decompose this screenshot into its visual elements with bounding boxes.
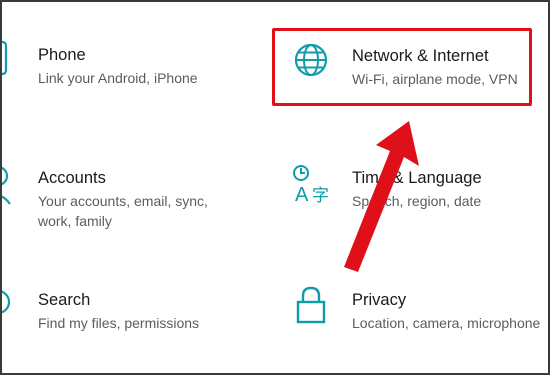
tile-title: Network & Internet: [352, 47, 489, 65]
tile-description: Speech, region, date: [352, 193, 482, 209]
settings-tile-search[interactable]: Search Find my files, permissions: [2, 278, 262, 348]
globe-icon: [294, 43, 328, 77]
tile-description: Wi-Fi, airplane mode, VPN: [352, 71, 518, 87]
person-icon: [2, 164, 16, 206]
settings-window: Phone Link your Android, iPhone Network …: [0, 0, 550, 375]
settings-tile-time-language[interactable]: A 字 Time & Language Speech, region, date: [270, 156, 532, 226]
tile-title: Accounts: [38, 169, 106, 187]
svg-text:A: A: [295, 184, 309, 204]
tile-title: Phone: [38, 46, 86, 64]
tile-description: Your accounts, email, sync, work, family: [38, 193, 208, 229]
svg-text:字: 字: [312, 186, 329, 204]
tile-title: Privacy: [352, 291, 407, 309]
settings-tile-network-internet[interactable]: Network & Internet Wi-Fi, airplane mode,…: [270, 26, 532, 110]
language-icon: A 字: [292, 164, 332, 204]
tile-description: Location, camera, microphone: [352, 315, 541, 331]
lock-icon: [296, 286, 326, 324]
search-icon: [2, 288, 14, 320]
settings-tile-privacy[interactable]: Privacy Location, camera, microphone: [270, 278, 540, 348]
settings-tile-phone[interactable]: Phone Link your Android, iPhone: [2, 32, 262, 102]
tile-title: Time & Language: [352, 169, 482, 187]
tile-description: Find my files, permissions: [38, 315, 200, 331]
tile-title: Search: [38, 291, 91, 309]
settings-tile-accounts[interactable]: Accounts Your accounts, email, sync, wor…: [2, 156, 262, 236]
phone-icon: [2, 40, 12, 76]
tile-description: Link your Android, iPhone: [38, 70, 198, 86]
